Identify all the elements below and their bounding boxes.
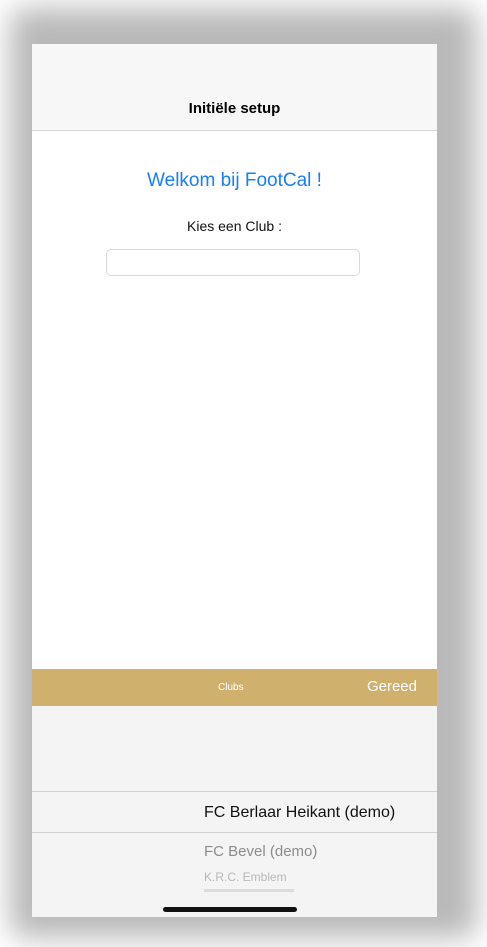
picker-option-faded — [204, 889, 294, 892]
picker-option[interactable]: K.R.C. Emblem — [204, 870, 287, 884]
picker-toolbar-title: Clubs — [218, 682, 244, 693]
welcome-heading: Welkom bij FootCal ! — [147, 170, 322, 191]
picker-option[interactable]: FC Bevel (demo) — [204, 843, 317, 860]
done-button[interactable]: Gereed — [367, 678, 417, 695]
picker-selection-divider-top — [32, 791, 437, 792]
picker-selection-divider-bottom — [32, 832, 437, 833]
status-bar — [32, 44, 437, 88]
picker-toolbar: Clubs Gereed — [32, 669, 437, 706]
home-indicator[interactable] — [163, 907, 297, 912]
club-picker[interactable]: FC Berlaar Heikant (demo) FC Bevel (demo… — [32, 706, 437, 917]
choose-club-label: Kies een Club : — [187, 218, 282, 234]
navigation-bar: Initiële setup — [32, 88, 437, 131]
club-input[interactable] — [106, 249, 360, 276]
page-title: Initiële setup — [188, 100, 281, 117]
picker-option-selected[interactable]: FC Berlaar Heikant (demo) — [204, 804, 395, 822]
phone-screen: Initiële setup Welkom bij FootCal ! Kies… — [32, 44, 437, 917]
